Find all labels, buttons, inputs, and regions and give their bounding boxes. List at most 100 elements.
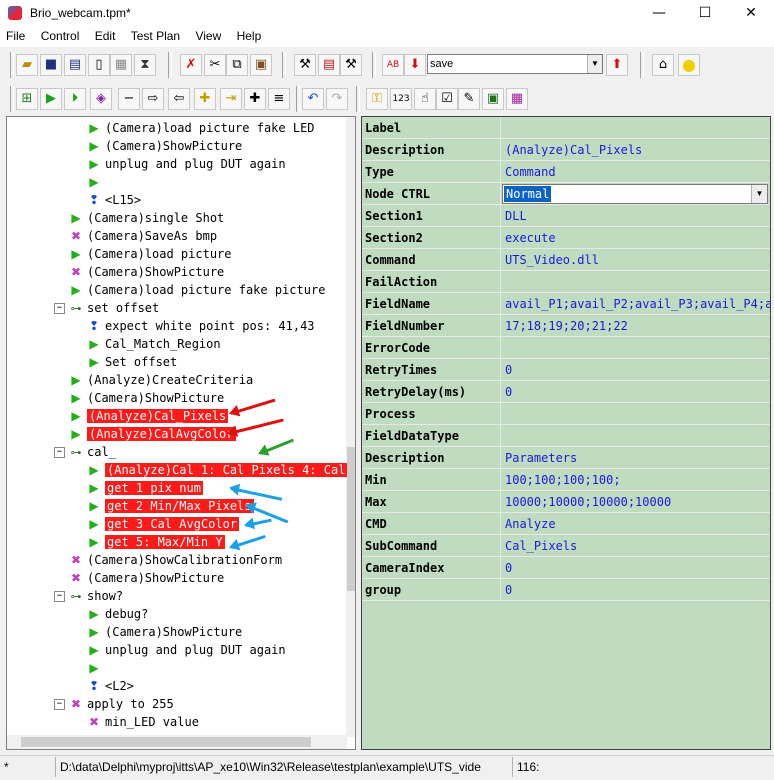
close-button[interactable]: ✕	[728, 0, 774, 27]
tree-node[interactable]: ⊶ show?	[69, 587, 124, 605]
tree-node[interactable]: ▶ (Camera)ShowPicture	[69, 389, 224, 407]
insert-icon[interactable]: ⇥	[220, 88, 242, 110]
tree-node[interactable]: ▶ Cal_Match_Region	[87, 335, 220, 353]
light-icon[interactable]: ●	[678, 54, 700, 76]
tree-add-icon[interactable]: ⊞	[16, 88, 38, 110]
redo-icon[interactable]: ↷	[326, 88, 348, 110]
hammer-icon[interactable]: ⚒	[340, 54, 362, 76]
property-value[interactable]: 0	[502, 557, 770, 579]
menu-view[interactable]: View	[189, 27, 227, 47]
build-icon[interactable]: ⧗	[134, 54, 156, 76]
tree-node[interactable]: ⊶ cal_	[69, 443, 116, 461]
tree-node[interactable]: ▶ (Analyze)CalAvgColor	[69, 425, 236, 443]
tree-node[interactable]: ✖ (Camera)ShowPicture	[69, 569, 224, 587]
node-ctrl-select[interactable]: Normal ▼	[502, 184, 768, 204]
right-icon[interactable]: ⇨	[142, 88, 164, 110]
tree-node[interactable]: ✖ (Camera)ShowCalibrationForm	[69, 551, 282, 569]
property-value[interactable]: Command	[502, 161, 770, 183]
property-value[interactable]	[502, 337, 770, 359]
key-icon[interactable]: ⚿	[366, 88, 388, 110]
tree-node[interactable]: ✖ (Camera)ShowPicture	[69, 263, 224, 281]
tree-node[interactable]: ▶ unplug and plug DUT again	[87, 641, 285, 659]
select-icon[interactable]: ▦	[506, 88, 528, 110]
minus-icon[interactable]: −	[118, 88, 140, 110]
tree-node[interactable]: ▶ (Camera)single Shot	[69, 209, 224, 227]
abc-icon[interactable]: AB	[382, 54, 404, 76]
add-child-icon[interactable]: ✚	[194, 88, 216, 110]
chevron-down-icon[interactable]: ▼	[587, 55, 602, 73]
list-icon[interactable]: ≡	[268, 88, 290, 110]
scrollbar-thumb[interactable]	[347, 447, 355, 591]
tree-node[interactable]: ▶ (Camera)load picture	[69, 245, 231, 263]
tree-node[interactable]: ▶ get 3 Cal AvgColor	[87, 515, 240, 533]
tree-node[interactable]: ▶	[87, 659, 105, 677]
down-arrow-icon[interactable]: ⬇	[404, 54, 426, 76]
property-value[interactable]	[502, 117, 770, 139]
tree-node[interactable]: ▶ (Camera)ShowPicture	[87, 623, 242, 641]
property-value[interactable]: 10000;10000;10000;10000	[502, 491, 770, 513]
tree-node[interactable]: ▶ Set offset	[87, 353, 177, 371]
tree-node[interactable]: ▶ (Camera)ShowPicture	[87, 137, 242, 155]
tree-node[interactable]: ❢ expect white point pos: 41,43	[87, 317, 315, 335]
hand-icon[interactable]: ☝	[414, 88, 436, 110]
menu-edit[interactable]: Edit	[89, 27, 122, 47]
property-value[interactable]: avail_P1;avail_P2;avail_P3;avail_P4;av	[502, 293, 770, 315]
image-icon[interactable]: ▣	[482, 88, 504, 110]
collapse-toggle[interactable]: −	[54, 591, 65, 602]
tree-node[interactable]: ▶ unplug and plug DUT again	[87, 155, 285, 173]
tools-icon[interactable]: ⚒	[294, 54, 316, 76]
tree-node[interactable]: ❢ <L15>	[87, 191, 141, 209]
check-icon[interactable]: ☑	[436, 88, 458, 110]
menu-file[interactable]: File	[0, 27, 31, 47]
edit-icon[interactable]: ✎	[458, 88, 480, 110]
property-value[interactable]	[502, 425, 770, 447]
menu-control[interactable]: Control	[35, 27, 86, 47]
property-value[interactable]: execute	[502, 227, 770, 249]
tree-vertical-scrollbar[interactable]	[346, 117, 355, 737]
run-icon[interactable]: ▶	[40, 88, 62, 110]
property-value[interactable]: Cal_Pixels	[502, 535, 770, 557]
property-value[interactable]	[502, 271, 770, 293]
number-icon[interactable]: 123	[390, 88, 412, 110]
property-value[interactable]: Analyze	[502, 513, 770, 535]
tree-node[interactable]: ▶ (Analyze)Cal 1: Cal Pixels 4: Cal	[87, 461, 348, 479]
paste-icon[interactable]: ▣	[250, 54, 272, 76]
tree-node[interactable]: ▶ debug?	[87, 605, 148, 623]
tree-node[interactable]: ✖ min_LED value	[87, 713, 199, 731]
tree-node[interactable]: ❢ <L2>	[87, 677, 134, 695]
test-plan-tree[interactable]: ▶ (Camera)load picture fake LED ▶ (Camera)S…	[6, 116, 356, 750]
tree-node[interactable]: ⊶ set offset	[69, 299, 160, 317]
property-value[interactable]: DLL	[502, 205, 770, 227]
property-value[interactable]	[502, 403, 770, 425]
tree-node[interactable]: ▶ get 1 pix num	[87, 479, 203, 497]
tree-node[interactable]: ▶ get 5: Max/Min Y	[87, 533, 225, 551]
tree-node[interactable]: ▶ (Analyze)Cal_Pixels	[69, 407, 229, 425]
up-arrow-icon[interactable]: ⬆	[606, 54, 628, 76]
undo-icon[interactable]: ↶	[302, 88, 324, 110]
print-icon[interactable]: ▦	[110, 54, 132, 76]
plus-icon[interactable]: ✚	[244, 88, 266, 110]
tree-node[interactable]: ✖ apply to 255	[69, 695, 174, 713]
maximize-button[interactable]: ☐	[682, 0, 728, 27]
delete-icon[interactable]: ✗	[180, 54, 202, 76]
property-value[interactable]: 0	[502, 579, 770, 601]
property-value[interactable]: 17;18;19;20;21;22	[502, 315, 770, 337]
replace-icon[interactable]: ▤	[318, 54, 340, 76]
save-all-icon[interactable]: ▤	[64, 54, 86, 76]
menu-test-plan[interactable]: Test Plan	[125, 27, 186, 47]
tree-node[interactable]: ▶ (Analyze)CreateCriteria	[69, 371, 253, 389]
command-combo[interactable]: save ▼	[427, 54, 603, 74]
step-icon[interactable]: ⏵	[64, 88, 86, 110]
save-icon[interactable]: ■	[40, 54, 62, 76]
tree-node[interactable]: ▶ (Camera)load picture fake LED	[87, 119, 314, 137]
collapse-toggle[interactable]: −	[54, 303, 65, 314]
collapse-toggle[interactable]: −	[54, 699, 65, 710]
property-value[interactable]: UTS_Video.dll	[502, 249, 770, 271]
left-icon[interactable]: ⇦	[168, 88, 190, 110]
tree-horizontal-scrollbar[interactable]	[7, 735, 347, 749]
home-icon[interactable]: ⌂	[652, 54, 674, 76]
menu-help[interactable]: Help	[231, 27, 268, 47]
tree-node[interactable]: ▶ get 2 Min/Max Pixels	[87, 497, 254, 515]
collapse-toggle[interactable]: −	[54, 447, 65, 458]
cut-icon[interactable]: ✂	[204, 54, 226, 76]
